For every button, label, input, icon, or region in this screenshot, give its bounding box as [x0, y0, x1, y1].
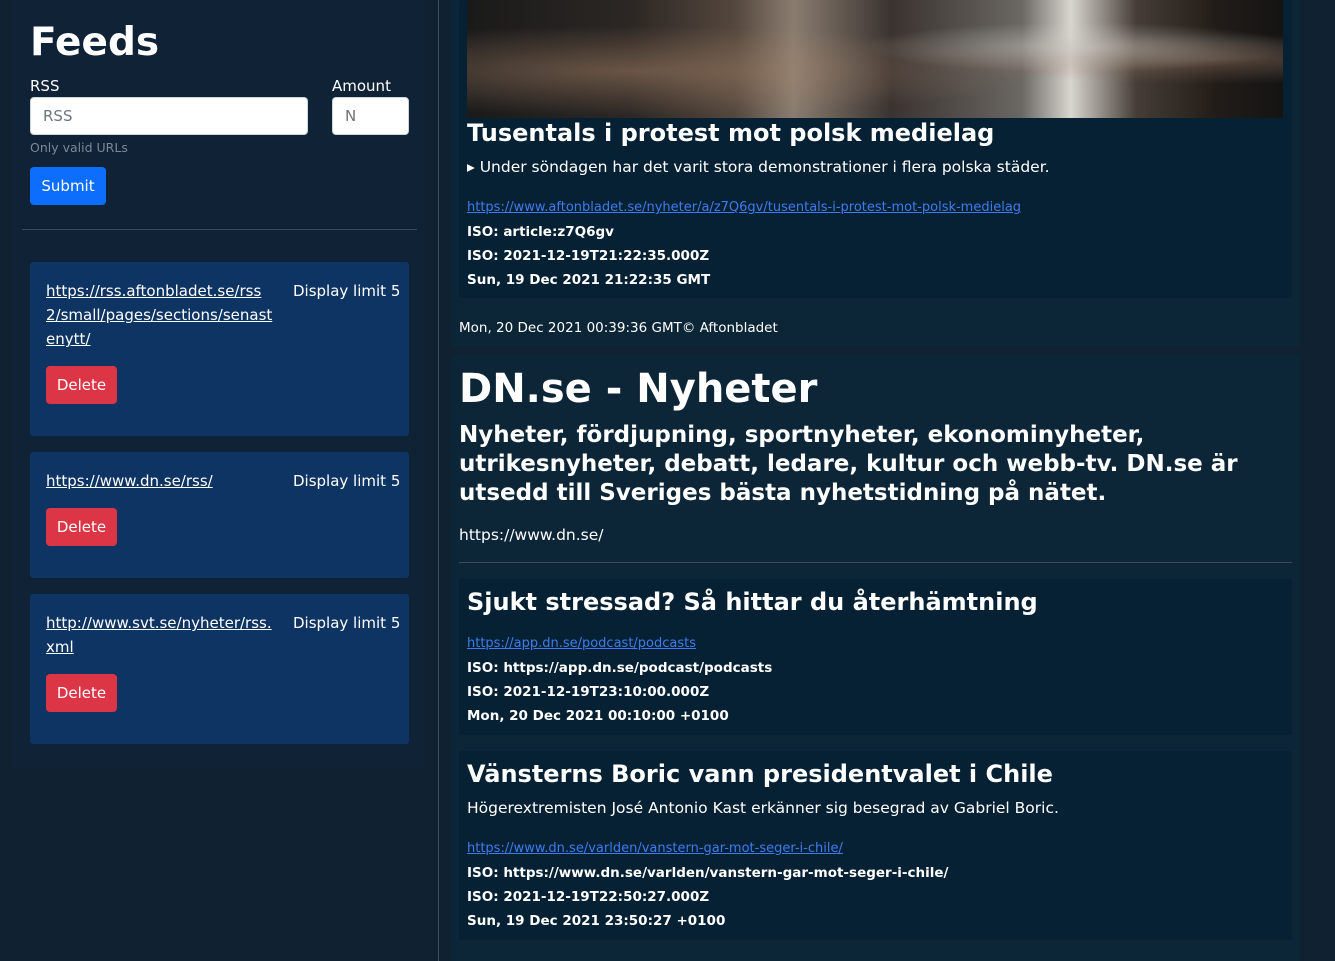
feed-site-url: https://www.dn.se/ [459, 526, 604, 544]
feed-display-limit: Display limit 5 [293, 282, 401, 300]
news-image [467, 0, 1283, 118]
delete-feed-button[interactable]: Delete [46, 674, 117, 712]
amount-label: Amount [332, 77, 391, 95]
news-item-description: Högerextremisten José Antonio Kast erkän… [467, 799, 1059, 817]
news-item-title: Sjukt stressad? Så hittar du återhämtnin… [467, 588, 1038, 616]
news-item-guid: ISO: https://app.dn.se/podcast/podcasts [467, 660, 773, 676]
news-item-card: Sjukt stressad? Så hittar du återhämtnin… [459, 579, 1292, 735]
news-item-guid: ISO: article:z7Q6gv [467, 224, 614, 240]
amount-input[interactable] [332, 97, 409, 135]
feed-display-limit: Display limit 5 [293, 472, 401, 490]
feed-description: Nyheter, fördjupning, sportnyheter, ekon… [459, 422, 1238, 506]
news-item-card: Vänsterns Boric vann presidentvalet i Ch… [459, 751, 1292, 940]
news-item-pub-date: Sun, 19 Dec 2021 21:22:35 GMT [467, 272, 711, 288]
column-divider [438, 0, 439, 961]
feed-url-link[interactable]: https://www.dn.se/rss/ [46, 469, 274, 493]
news-item-iso-date: ISO: 2021-12-19T21:22:35.000Z [467, 248, 710, 264]
feed-url-link[interactable]: https://rss.aftonbladet.se/rss2/small/pa… [46, 279, 274, 351]
news-item-guid: ISO: https://www.dn.se/varlden/vanstern-… [467, 865, 949, 881]
news-item-link[interactable]: https://app.dn.se/podcast/podcasts [467, 636, 696, 652]
sidebar-divider [22, 229, 417, 230]
sidebar-title: Feeds [30, 20, 160, 65]
news-item-iso-date: ISO: 2021-12-19T22:50:27.000Z [467, 889, 710, 905]
feed-divider [459, 562, 1292, 563]
news-item-title: Vänsterns Boric vann presidentvalet i Ch… [467, 760, 1053, 788]
news-item-pub-date: Sun, 19 Dec 2021 23:50:27 +0100 [467, 913, 726, 929]
news-item-description: ▸ Under söndagen har det varit stora dem… [467, 158, 1050, 176]
news-item-link[interactable]: https://www.dn.se/varlden/vanstern-gar-m… [467, 841, 843, 857]
submit-button[interactable]: Submit [30, 167, 106, 205]
feed-card: http://www.svt.se/nyheter/rss.xml Displa… [30, 594, 409, 744]
feed-title: DN.se - Nyheter [459, 366, 818, 412]
news-item-title: Tusentals i protest mot polsk medielag [467, 119, 995, 147]
feed-card: https://rss.aftonbladet.se/rss2/small/pa… [30, 262, 409, 436]
feed-card: https://www.dn.se/rss/ Display limit 5 D… [30, 452, 409, 578]
news-item-pub-date: Mon, 20 Dec 2021 00:10:00 +0100 [467, 708, 729, 724]
feeds-sidebar: Feeds RSS Amount Only valid URLs Submit … [14, 0, 425, 768]
news-item-card: Tusentals i protest mot polsk medielag ▸… [459, 0, 1292, 298]
news-item-link[interactable]: https://www.aftonbladet.se/nyheter/a/z7Q… [467, 200, 1021, 216]
rss-help-text: Only valid URLs [30, 140, 128, 155]
feed-url-link[interactable]: http://www.svt.se/nyheter/rss.xml [46, 611, 274, 659]
news-item-iso-date: ISO: 2021-12-19T23:10:00.000Z [467, 684, 710, 700]
feed-display-limit: Display limit 5 [293, 614, 401, 632]
rss-input[interactable] [30, 97, 308, 135]
delete-feed-button[interactable]: Delete [46, 508, 117, 546]
rss-label: RSS [30, 77, 60, 95]
delete-feed-button[interactable]: Delete [46, 366, 117, 404]
feed-footer: Mon, 20 Dec 2021 00:39:36 GMT© Aftonblad… [459, 320, 778, 336]
